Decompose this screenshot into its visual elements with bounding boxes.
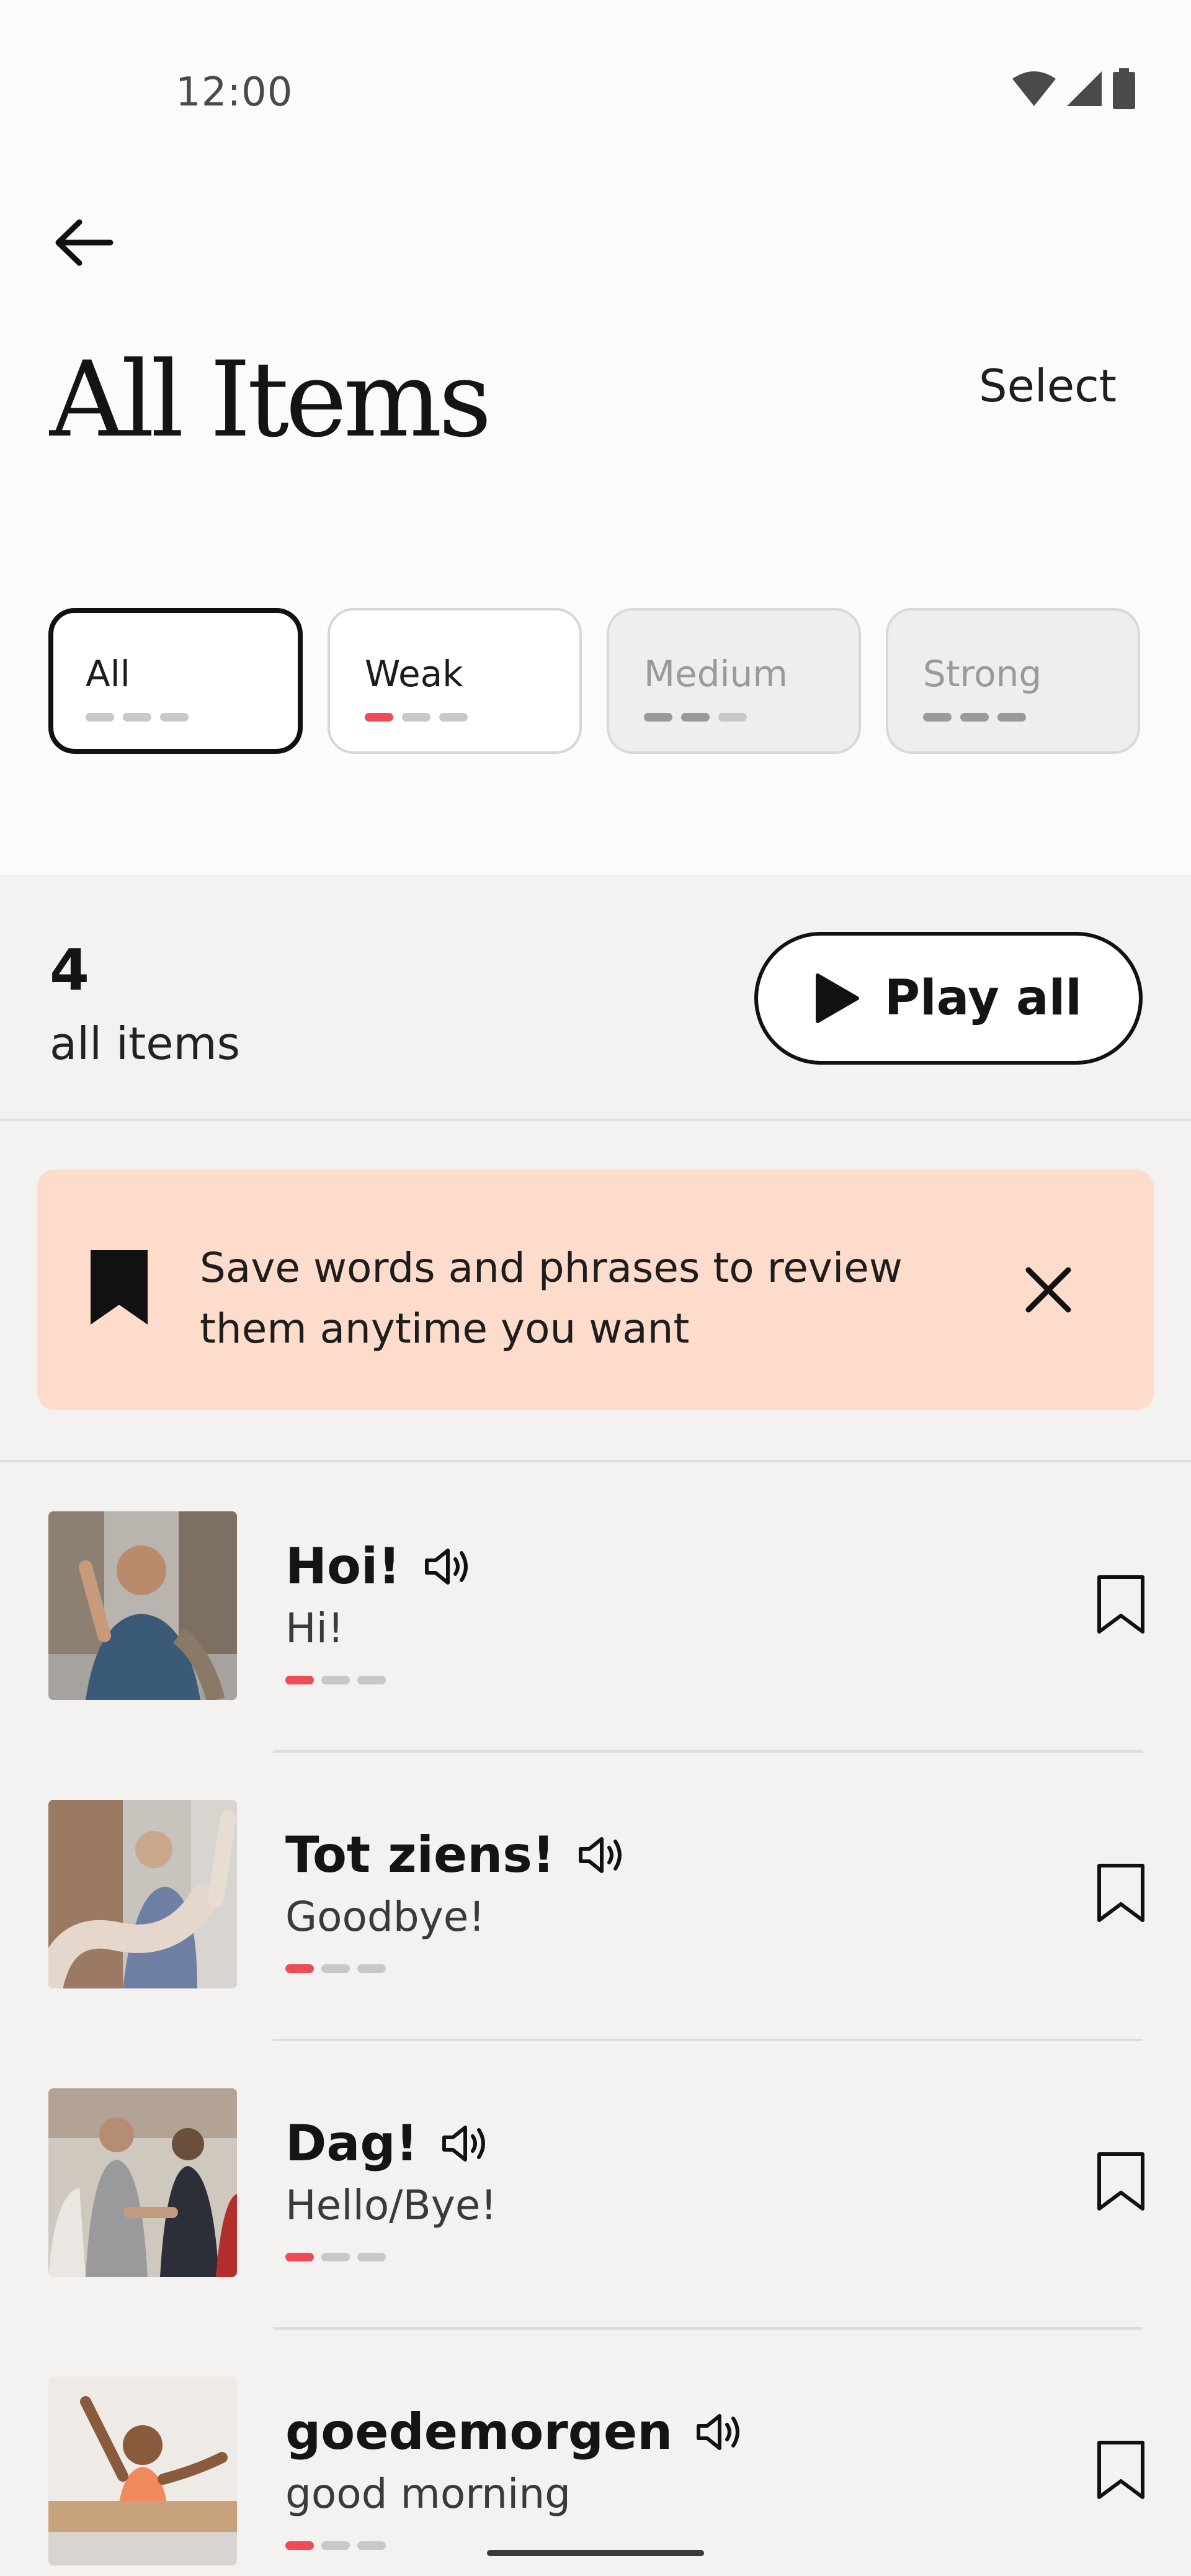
bookmark-icon[interactable] <box>1093 2150 1149 2212</box>
list-item[interactable]: Dag! Hello/Bye! <box>0 2088 1191 2377</box>
bookmark-icon[interactable] <box>1093 1862 1149 1924</box>
speaker-icon[interactable] <box>695 2411 742 2453</box>
signal-icon <box>1067 71 1102 106</box>
item-image <box>48 2377 237 2565</box>
battery-icon <box>1113 68 1135 109</box>
close-icon <box>1025 1267 1071 1313</box>
item-title: Dag! <box>285 2114 488 2172</box>
item-title: Tot ziens! <box>285 1826 624 1884</box>
item-count: 4 <box>50 937 90 1003</box>
item-translation: Hi! <box>285 1604 344 1652</box>
item-title-text: Hoi! <box>285 1537 401 1595</box>
item-image <box>48 1511 237 1700</box>
play-icon <box>815 973 859 1023</box>
strength-indicator <box>86 713 189 722</box>
filter-chip-medium[interactable]: Medium <box>607 608 861 754</box>
play-all-label: Play all <box>884 970 1082 1026</box>
speaker-icon[interactable] <box>577 1834 624 1876</box>
status-icons <box>1011 68 1136 109</box>
list-item[interactable]: Tot ziens! Goodbye! <box>0 1800 1191 2088</box>
bookmark-filled-icon <box>91 1250 148 1325</box>
item-title-text: Tot ziens! <box>285 1826 555 1884</box>
item-divider <box>273 1750 1143 1753</box>
strength-indicator <box>285 2541 386 2550</box>
filter-chip-weak[interactable]: Weak <box>328 608 582 754</box>
item-image <box>48 2088 237 2277</box>
save-tip-banner: Save words and phrases to review them an… <box>37 1169 1154 1410</box>
strength-indicator <box>644 713 747 722</box>
arrow-left-icon <box>55 219 114 266</box>
home-indicator[interactable] <box>487 2550 704 2556</box>
item-translation: Hello/Bye! <box>285 2181 497 2229</box>
item-title-text: Dag! <box>285 2114 419 2172</box>
strength-filter-row: All Weak Medium Strong <box>48 608 1140 754</box>
wifi-icon <box>1012 71 1056 106</box>
banner-close-button[interactable] <box>1005 1246 1092 1333</box>
item-image <box>48 1800 237 1988</box>
strength-indicator <box>285 1676 386 1684</box>
filter-chip-label: Medium <box>644 653 788 695</box>
divider <box>0 1460 1191 1462</box>
filter-chip-strong[interactable]: Strong <box>886 608 1140 754</box>
filter-chip-label: Strong <box>923 653 1042 695</box>
strength-indicator <box>285 1964 386 1973</box>
banner-text: Save words and phrases to review them an… <box>200 1244 903 1353</box>
item-divider <box>273 2039 1143 2041</box>
divider <box>0 1119 1191 1121</box>
bookmark-icon[interactable] <box>1093 1573 1149 1635</box>
item-title: goedemorgen <box>285 2403 742 2461</box>
filter-chip-all[interactable]: All <box>48 608 303 754</box>
speaker-icon[interactable] <box>440 2122 488 2165</box>
strength-indicator <box>285 2253 386 2261</box>
play-all-button[interactable]: Play all <box>754 932 1143 1065</box>
list-item[interactable]: goedemorgen good morning <box>0 2377 1191 2576</box>
strength-indicator <box>923 713 1026 722</box>
filter-chip-label: Weak <box>365 653 463 695</box>
item-count-label: all items <box>50 1017 241 1070</box>
status-time: 12:00 <box>176 69 293 115</box>
bookmark-icon[interactable] <box>1093 2439 1149 2501</box>
item-translation: good morning <box>285 2470 571 2518</box>
item-translation: Goodbye! <box>285 1893 485 1941</box>
item-divider <box>273 2327 1143 2330</box>
speaker-icon[interactable] <box>423 1545 470 1588</box>
page-title: All Items <box>50 339 492 460</box>
list-item[interactable]: Hoi! Hi! <box>0 1511 1191 1800</box>
strength-indicator <box>365 713 468 722</box>
back-button[interactable] <box>50 208 118 277</box>
item-title-text: goedemorgen <box>285 2403 673 2461</box>
item-title: Hoi! <box>285 1537 470 1595</box>
select-button[interactable]: Select <box>979 360 1117 412</box>
filter-chip-label: All <box>86 653 130 695</box>
